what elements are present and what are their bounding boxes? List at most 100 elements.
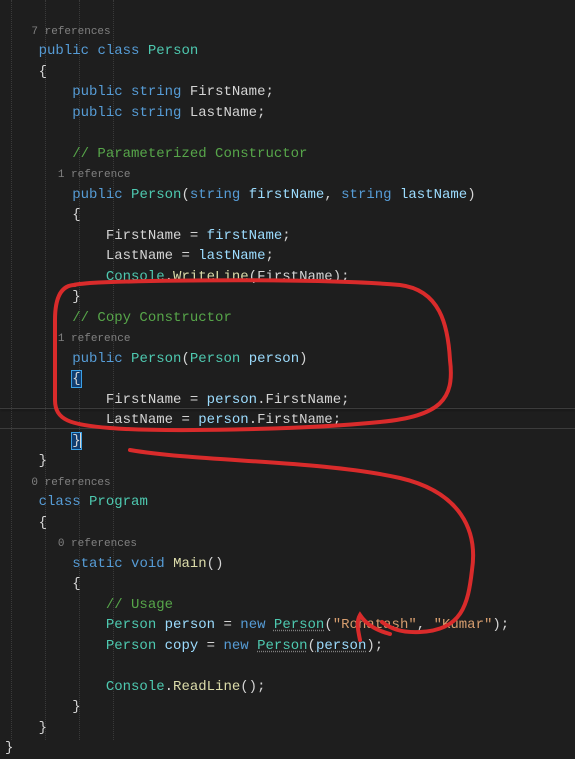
codelens-text[interactable]: 0 references (58, 536, 137, 552)
arg-firstname: FirstName (257, 269, 333, 285)
oparen: ( (207, 556, 215, 572)
param-person: person (249, 351, 299, 367)
ctor-call-person: Person (274, 617, 324, 633)
type-person: Person (106, 617, 156, 633)
semi: ; (375, 638, 383, 654)
semi: ; (257, 105, 265, 121)
param-firstname: firstName (207, 228, 283, 244)
kw-new: new (240, 617, 265, 633)
oparen: ( (181, 351, 189, 367)
cparen: ) (299, 351, 307, 367)
field-firstname: FirstName (106, 228, 182, 244)
brace-open: { (39, 515, 47, 531)
brace-close: } (72, 699, 80, 715)
cparen: ) (333, 269, 341, 285)
dot: . (249, 412, 257, 428)
param-lastname: lastName (198, 248, 265, 264)
eq: = (190, 392, 198, 408)
brace-close: } (39, 453, 47, 469)
field-lastname: LastName (106, 412, 173, 428)
var-person: person (165, 617, 215, 633)
type-person: Person (106, 638, 156, 654)
oparen: ( (324, 617, 332, 633)
kw-public: public (39, 43, 89, 59)
eq: = (181, 412, 189, 428)
comment-usage: // Usage (106, 597, 173, 613)
ctor-person: Person (131, 187, 181, 203)
arg-person: person (316, 638, 366, 654)
var-copy: copy (165, 638, 199, 654)
oparen: ( (181, 187, 189, 203)
kw-public: public (72, 187, 122, 203)
field-firstname: FirstName (106, 392, 182, 408)
code-editor[interactable]: 7 references public class Person { publi… (5, 0, 575, 759)
comma: , (324, 187, 332, 203)
string-lit: "Kumar" (434, 617, 493, 633)
field-firstname: FirstName (190, 84, 266, 100)
brace-close: } (72, 289, 80, 305)
brace-open-matched: { (72, 371, 80, 387)
param-lastname: lastName (400, 187, 467, 203)
eq: = (190, 228, 198, 244)
type-person: Person (148, 43, 198, 59)
kw-string: string (131, 105, 181, 121)
dot: . (165, 269, 173, 285)
dot: . (165, 679, 173, 695)
field-lastname: LastName (106, 248, 173, 264)
kw-public: public (72, 351, 122, 367)
ctor-person: Person (131, 351, 181, 367)
codelens-text[interactable]: 1 reference (58, 331, 131, 347)
kw-string: string (131, 84, 181, 100)
type-console: Console (106, 679, 165, 695)
comment-param-ctor: // Parameterized Constructor (72, 146, 307, 162)
ctor-call-person: Person (257, 638, 307, 654)
string-lit: "Rohatash" (333, 617, 417, 633)
eq: = (181, 248, 189, 264)
semi: ; (282, 228, 290, 244)
semi: ; (265, 248, 273, 264)
param-type-person: Person (190, 351, 240, 367)
var-person: person (207, 392, 257, 408)
method-main: Main (173, 556, 207, 572)
brace-open: { (72, 207, 80, 223)
editor-separator (0, 428, 575, 429)
codelens-refs[interactable] (5, 24, 31, 40)
brace-open: { (39, 64, 47, 80)
cparen: ) (215, 556, 223, 572)
eq: = (223, 617, 231, 633)
var-person: person (198, 412, 248, 428)
kw-string: string (341, 187, 391, 203)
comma: , (417, 617, 425, 633)
oparen: ( (249, 269, 257, 285)
semi: ; (501, 617, 509, 633)
codelens-text: 7 references (31, 24, 110, 40)
kw-static: static (72, 556, 122, 572)
semi: ; (341, 392, 349, 408)
codelens-text[interactable]: 1 reference (58, 167, 131, 183)
field-firstname: FirstName (266, 392, 342, 408)
eq: = (207, 638, 215, 654)
codelens-text[interactable]: 0 references (31, 475, 110, 491)
oparen: ( (240, 679, 248, 695)
field-firstname: FirstName (257, 412, 333, 428)
kw-string: string (190, 187, 240, 203)
editor-separator (0, 408, 575, 409)
kw-class: class (97, 43, 139, 59)
kw-public: public (72, 84, 122, 100)
oparen: ( (308, 638, 316, 654)
semi: ; (333, 412, 341, 428)
cparen: ) (249, 679, 257, 695)
kw-class: class (39, 494, 81, 510)
type-console: Console (106, 269, 165, 285)
method-writeline: WriteLine (173, 269, 249, 285)
comment-copy-ctor: // Copy Constructor (72, 310, 232, 326)
type-program: Program (89, 494, 148, 510)
semi: ; (341, 269, 349, 285)
method-readline: ReadLine (173, 679, 240, 695)
dot: . (257, 392, 265, 408)
semi: ; (266, 84, 274, 100)
kw-void: void (131, 556, 165, 572)
semi: ; (257, 679, 265, 695)
cparen: ) (492, 617, 500, 633)
field-lastname: LastName (190, 105, 257, 121)
